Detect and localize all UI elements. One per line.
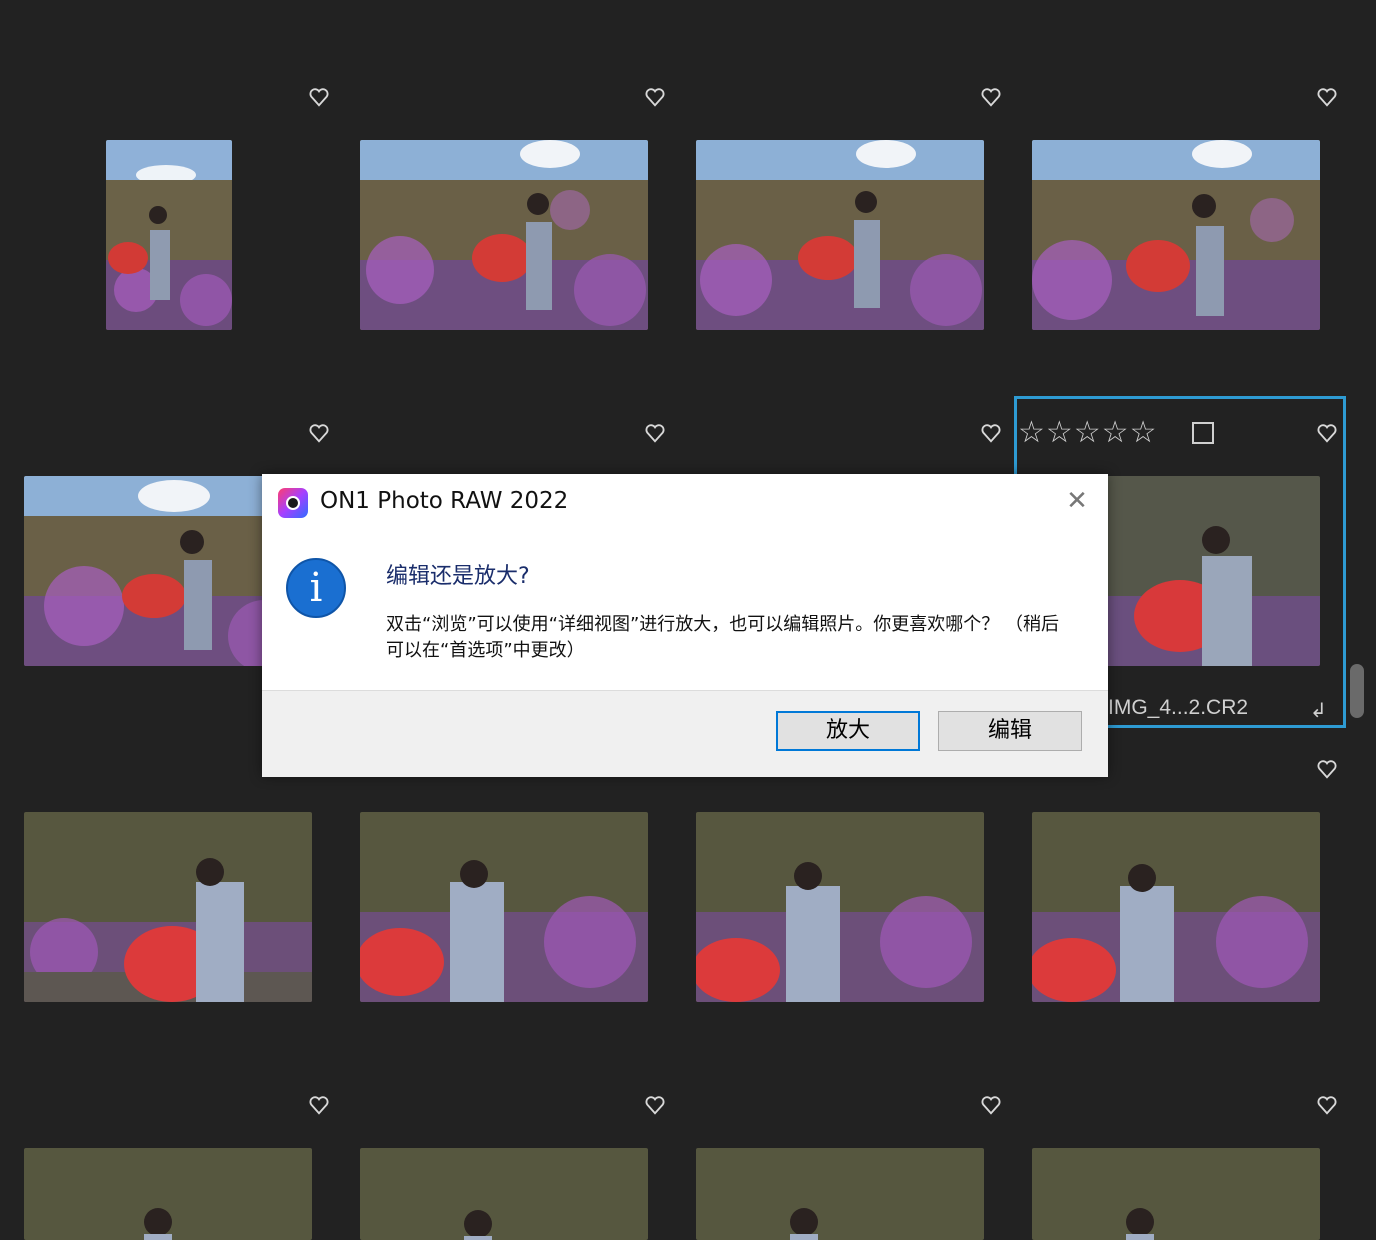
close-icon[interactable]: ✕ bbox=[1062, 486, 1092, 516]
photo-thumbnail[interactable] bbox=[106, 140, 232, 330]
on1-app-icon bbox=[278, 488, 308, 518]
photo-thumbnail[interactable] bbox=[24, 1148, 312, 1240]
return-icon[interactable]: ↲ bbox=[1310, 698, 1327, 722]
edit-or-zoom-dialog: ON1 Photo RAW 2022 ✕ i 编辑还是放大? 双击“浏览”可以使… bbox=[262, 474, 1108, 777]
heart-icon[interactable] bbox=[644, 422, 666, 444]
photo-thumbnail[interactable] bbox=[696, 140, 984, 330]
dialog-heading: 编辑还是放大? bbox=[386, 564, 530, 589]
photo-thumbnail[interactable] bbox=[1032, 1148, 1320, 1240]
heart-icon[interactable] bbox=[644, 86, 666, 108]
heart-icon[interactable] bbox=[980, 1094, 1002, 1116]
photo-thumbnail[interactable] bbox=[360, 140, 648, 330]
heart-icon[interactable] bbox=[1316, 86, 1338, 108]
heart-icon[interactable] bbox=[308, 86, 330, 108]
heart-icon[interactable] bbox=[308, 1094, 330, 1116]
dialog-title: ON1 Photo RAW 2022 bbox=[320, 488, 569, 514]
photo-thumbnail[interactable] bbox=[24, 812, 312, 1002]
edit-button[interactable]: 编辑 bbox=[938, 711, 1082, 751]
heart-icon[interactable] bbox=[980, 422, 1002, 444]
photo-thumbnail[interactable] bbox=[696, 1148, 984, 1240]
heart-icon[interactable] bbox=[1316, 1094, 1338, 1116]
info-icon: i bbox=[286, 558, 346, 618]
select-checkbox[interactable] bbox=[1192, 422, 1214, 444]
photo-thumbnail[interactable] bbox=[1032, 812, 1320, 1002]
rating-stars[interactable]: ☆☆☆☆☆ bbox=[1018, 416, 1157, 450]
heart-icon[interactable] bbox=[644, 1094, 666, 1116]
heart-icon[interactable] bbox=[980, 86, 1002, 108]
photo-thumbnail[interactable] bbox=[360, 812, 648, 1002]
heart-icon[interactable] bbox=[308, 422, 330, 444]
photo-thumbnail[interactable] bbox=[360, 1148, 648, 1240]
dialog-message: 双击“浏览”可以使用“详细视图”进行放大，也可以编辑照片。你更喜欢哪个？ （稍后… bbox=[386, 614, 1060, 661]
dialog-footer: 放大 编辑 bbox=[262, 690, 1108, 777]
zoom-button[interactable]: 放大 bbox=[776, 711, 920, 751]
photo-thumbnail[interactable] bbox=[1032, 140, 1320, 330]
filename-label: IMG_4...2.CR2 bbox=[1108, 696, 1249, 719]
dialog-titlebar[interactable]: ON1 Photo RAW 2022 ✕ bbox=[262, 474, 1108, 530]
vertical-scrollbar[interactable] bbox=[1350, 664, 1364, 718]
photo-thumbnail[interactable] bbox=[696, 812, 984, 1002]
heart-icon[interactable] bbox=[1316, 758, 1338, 780]
